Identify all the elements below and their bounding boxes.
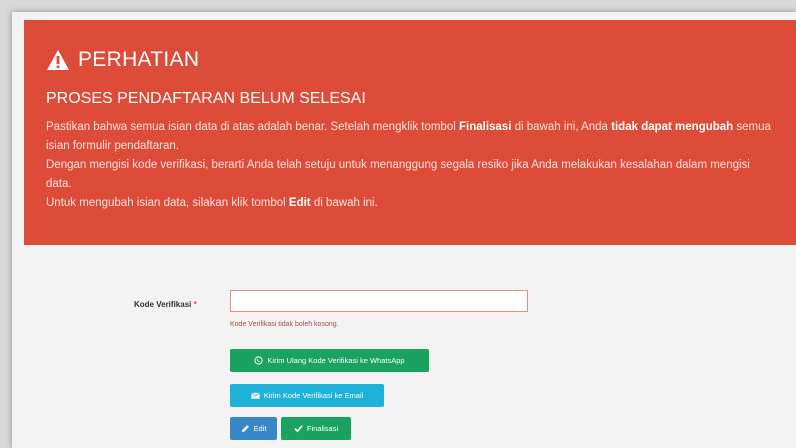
label-text: Kode Verifikasi	[134, 300, 192, 309]
button-label: Finalisasi	[306, 424, 339, 433]
alert-title: PERHATIAN	[46, 48, 796, 72]
whatsapp-icon	[254, 356, 264, 365]
warning-alert: PERHATIAN PROSES PENDAFTARAN BELUM SELES…	[24, 20, 796, 245]
alert-text: di bawah ini.	[310, 197, 378, 209]
send-email-button[interactable]: Kirim Kode Verifikasi ke Email	[230, 384, 384, 407]
alert-body: Pastikan bahwa semua isian data di atas …	[46, 118, 796, 213]
verification-code-input[interactable]	[230, 290, 528, 312]
edit-button[interactable]: Edit	[230, 417, 277, 440]
alert-bold-finalisasi: Finalisasi	[458, 121, 512, 133]
pencil-icon	[241, 425, 249, 433]
required-mark: *	[193, 300, 197, 309]
validation-message: Kode Verifikasi tidak boleh kosong.	[230, 321, 339, 328]
alert-subtitle: PROSES PENDAFTARAN BELUM SELESAI	[46, 90, 366, 107]
alert-paragraph-3: Untuk mengubah isian data, silakan klik …	[46, 194, 778, 213]
check-icon	[294, 425, 303, 433]
verification-code-label: Kode Verifikasi *	[134, 300, 197, 309]
envelope-icon	[250, 392, 260, 399]
button-label: Kirim Kode Verifikasi ke Email	[263, 391, 364, 400]
verification-form: Kode Verifikasi * Kode Verifikasi tidak …	[12, 257, 796, 448]
alert-bold-tidak-dapat: tidak dapat mengubah	[611, 121, 734, 133]
alert-bold-edit: Edit	[288, 197, 311, 209]
button-label: Kirim Ulang Kode Verifikasi ke WhatsApp	[267, 356, 405, 365]
resend-whatsapp-button[interactable]: Kirim Ulang Kode Verifikasi ke WhatsApp	[230, 349, 429, 372]
warning-icon	[47, 50, 69, 70]
alert-text: Pastikan bahwa semua isian data di atas …	[46, 121, 459, 133]
alert-title-text: PERHATIAN	[78, 48, 200, 71]
button-label: Edit	[253, 424, 267, 433]
alert-paragraph-1: Pastikan bahwa semua isian data di atas …	[46, 118, 778, 156]
alert-text: di bawah ini, Anda	[511, 121, 612, 133]
finalisasi-button[interactable]: Finalisasi	[281, 417, 351, 440]
alert-paragraph-2: Dengan mengisi kode verifikasi, berarti …	[46, 159, 750, 190]
alert-text: Untuk mengubah isian data, silakan klik …	[46, 197, 289, 209]
page-card: PERHATIAN PROSES PENDAFTARAN BELUM SELES…	[12, 12, 796, 448]
